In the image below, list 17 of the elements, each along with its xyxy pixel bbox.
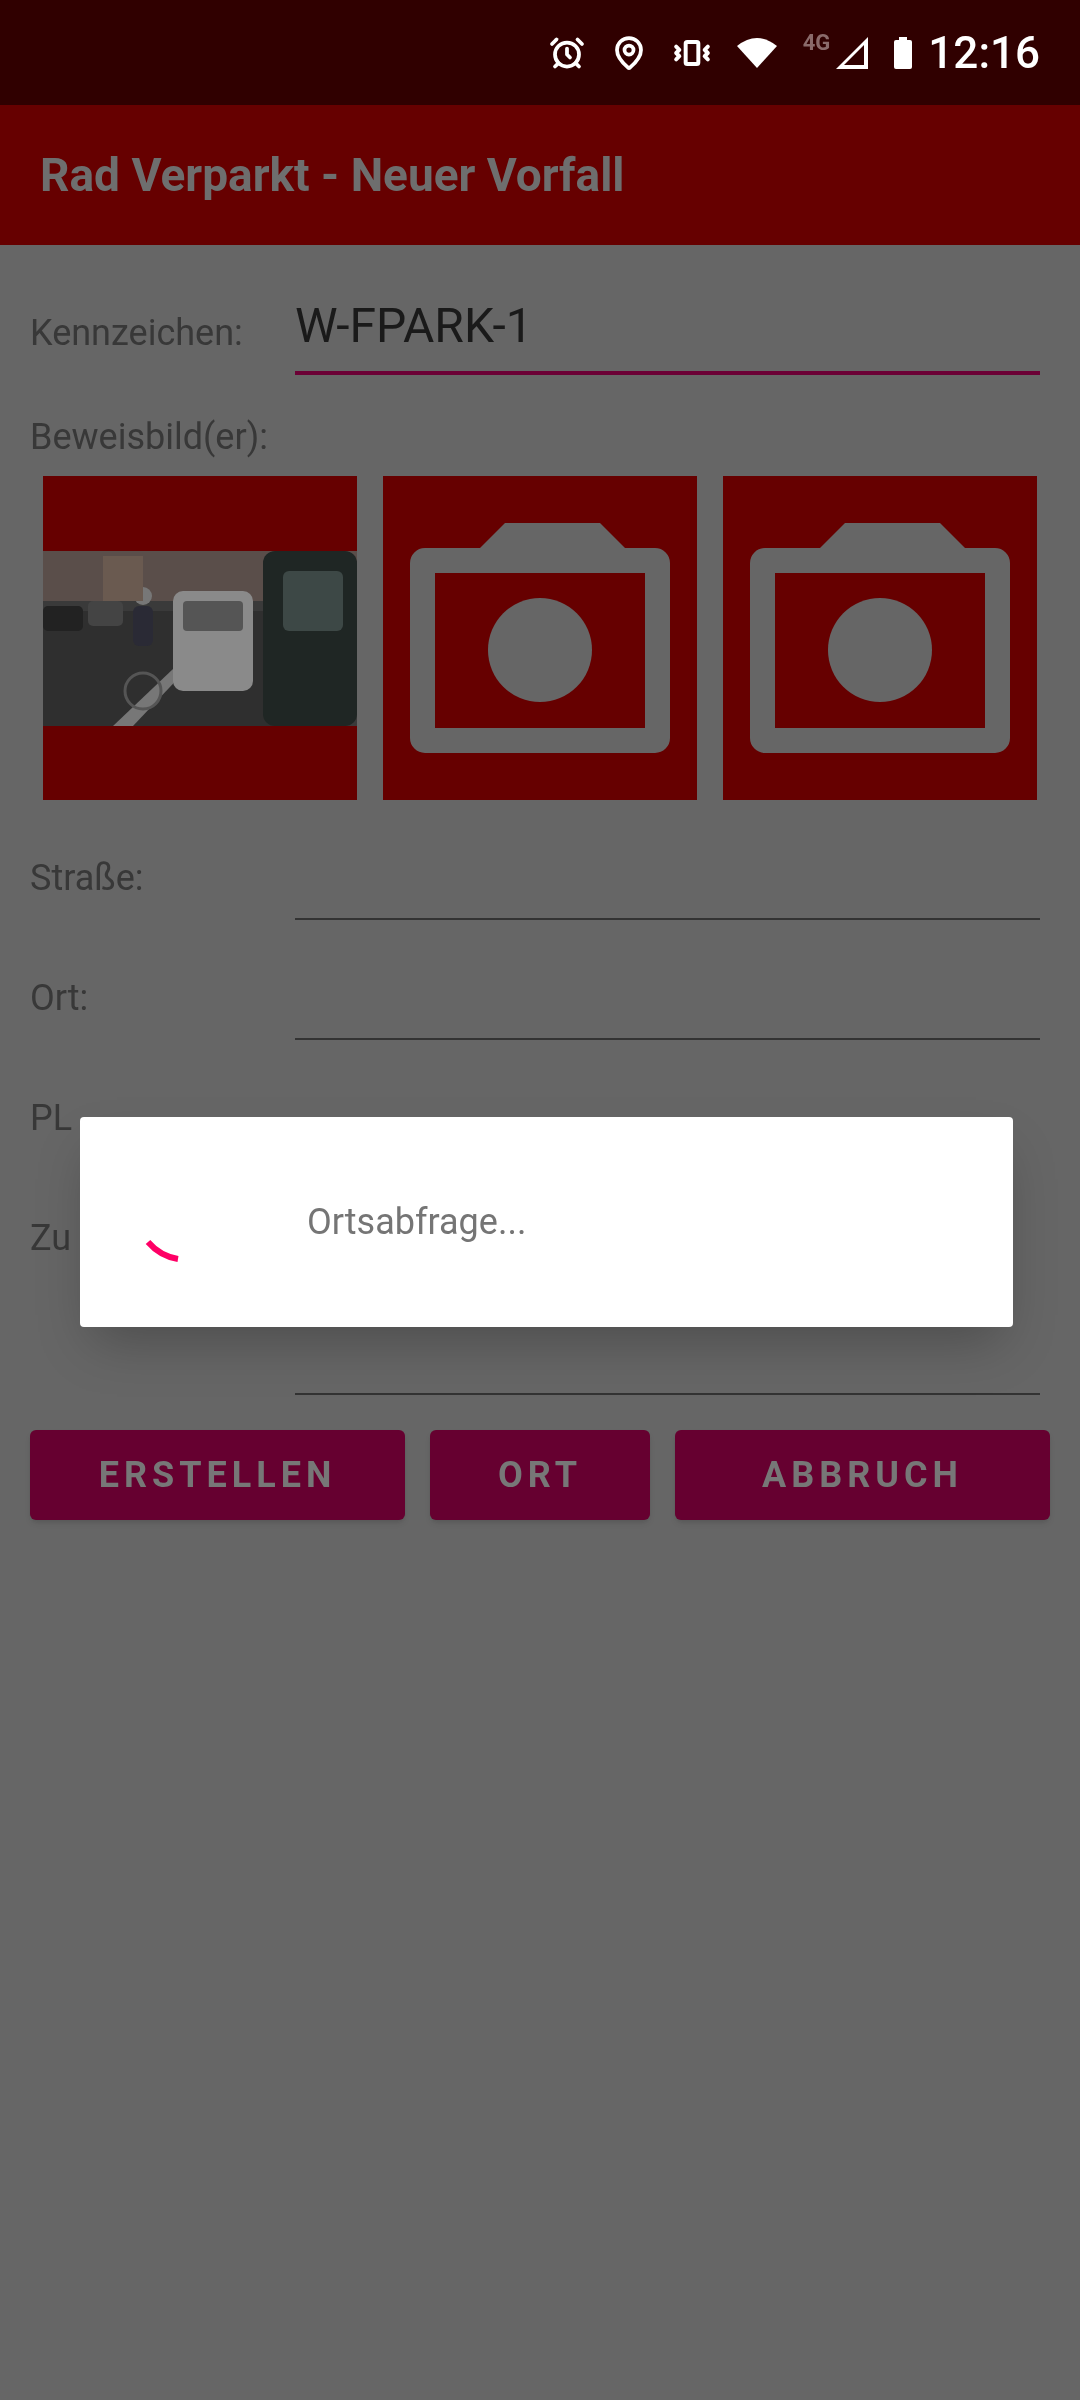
- app-title: Rad Verparkt - Neuer Vorfall: [40, 146, 625, 204]
- text-field[interactable]: W-FPARK-1: [295, 290, 1040, 375]
- signal-icon: [836, 36, 869, 69]
- clock: 12:16: [928, 25, 1040, 81]
- network-type: 4G: [802, 29, 831, 57]
- wifi-icon: [736, 37, 777, 68]
- photo-tile[interactable]: [383, 476, 697, 800]
- action-button[interactable]: ABBRUCH: [675, 1430, 1050, 1520]
- camera-icon: [750, 523, 1010, 753]
- action-button[interactable]: ERSTELLEN: [30, 1430, 405, 1520]
- dialog-message: Ortsabfrage...: [307, 1200, 527, 1245]
- photo-tile[interactable]: [723, 476, 1037, 800]
- action-button[interactable]: ORT: [430, 1430, 650, 1520]
- spinner-icon: [145, 1239, 181, 1265]
- camera-icon: [410, 523, 670, 753]
- battery-icon: [894, 36, 913, 69]
- photo-tile[interactable]: [43, 476, 357, 800]
